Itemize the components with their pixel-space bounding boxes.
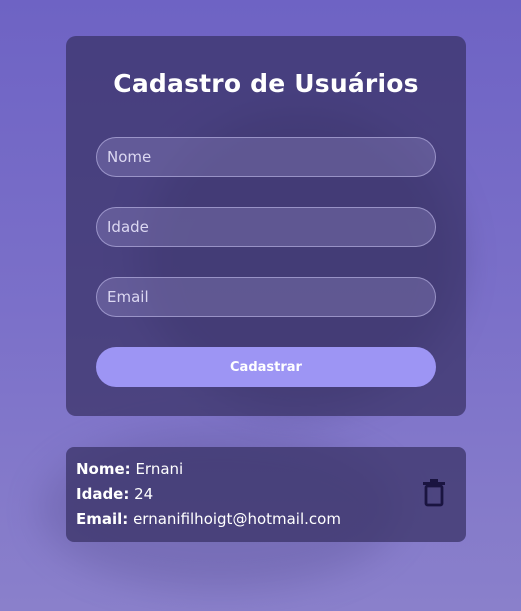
user-name-label: Nome:: [76, 460, 131, 478]
age-input[interactable]: [96, 207, 436, 247]
user-age-label: Idade:: [76, 485, 130, 503]
user-age-row: Idade: 24: [76, 485, 153, 503]
user-card: Nome: Ernani Idade: 24 Email: ernanifilh…: [66, 447, 466, 542]
name-input[interactable]: [96, 137, 436, 177]
delete-user-button[interactable]: [422, 478, 446, 508]
user-email-value: ernanifilhoigt@hotmail.com: [133, 510, 341, 528]
registration-form-card: Cadastro de Usuários Cadastrar: [66, 36, 466, 416]
user-age-value: 24: [134, 485, 154, 503]
trash-icon: [423, 479, 445, 507]
email-input[interactable]: [96, 277, 436, 317]
user-name-value: Ernani: [135, 460, 184, 478]
form-title: Cadastro de Usuários: [113, 69, 419, 98]
user-name-row: Nome: Ernani: [76, 460, 183, 478]
user-email-label: Email:: [76, 510, 129, 528]
register-button[interactable]: Cadastrar: [96, 347, 436, 387]
user-email-row: Email: ernanifilhoigt@hotmail.com: [76, 510, 341, 528]
